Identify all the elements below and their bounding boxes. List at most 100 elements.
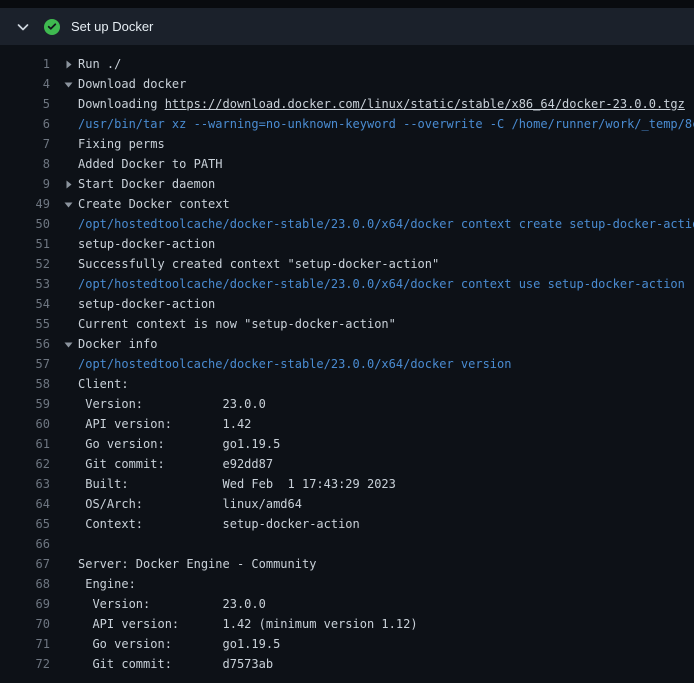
- log-text-prefix: Downloading: [78, 97, 165, 111]
- line-number[interactable]: 67: [0, 554, 50, 574]
- log-text: Downloading https://download.docker.com/…: [78, 94, 685, 114]
- log-line[interactable]: 1 Run ./: [0, 54, 694, 74]
- line-number[interactable]: 8: [0, 154, 50, 174]
- chevron-down-icon[interactable]: [15, 19, 31, 35]
- log-text: Version: 23.0.0: [78, 394, 266, 414]
- line-number[interactable]: 69: [0, 594, 50, 614]
- log-line: 69 Version: 23.0.0: [0, 594, 694, 614]
- log-line: 58 Client:: [0, 374, 694, 394]
- log-line: 59 Version: 23.0.0: [0, 394, 694, 414]
- group-title: Run ./: [78, 54, 121, 74]
- log-line: 62 Git commit: e92dd87: [0, 454, 694, 474]
- log-line: 52 Successfully created context "setup-do…: [0, 254, 694, 274]
- line-number[interactable]: 57: [0, 354, 50, 374]
- group-collapsed-icon[interactable]: [64, 60, 78, 69]
- line-number[interactable]: 50: [0, 214, 50, 234]
- line-number[interactable]: 9: [0, 174, 50, 194]
- log-line: 54 setup-docker-action: [0, 294, 694, 314]
- line-number[interactable]: 6: [0, 114, 50, 134]
- log-text: setup-docker-action: [78, 234, 215, 254]
- line-number[interactable]: 4: [0, 74, 50, 94]
- log: 1 Run ./ 4 Download docker 5 Downloading http…: [0, 45, 694, 674]
- line-number[interactable]: 54: [0, 294, 50, 314]
- log-text: Go version: go1.19.5: [78, 434, 280, 454]
- line-number[interactable]: 71: [0, 634, 50, 654]
- log-text: Client:: [78, 374, 129, 394]
- group-expanded-icon[interactable]: [64, 80, 78, 89]
- log-line: 71 Go version: go1.19.5: [0, 634, 694, 654]
- log-text: Built: Wed Feb 1 17:43:29 2023: [78, 474, 396, 494]
- log-line[interactable]: 56 Docker info: [0, 334, 694, 354]
- log-text: Engine:: [78, 574, 136, 594]
- log-line[interactable]: 4 Download docker: [0, 74, 694, 94]
- group-expanded-icon[interactable]: [64, 200, 78, 209]
- command-text: /opt/hostedtoolcache/docker-stable/23.0.…: [78, 274, 685, 294]
- line-number[interactable]: 66: [0, 534, 50, 554]
- line-number[interactable]: 58: [0, 374, 50, 394]
- line-number[interactable]: 51: [0, 234, 50, 254]
- log-line: 64 OS/Arch: linux/amd64: [0, 494, 694, 514]
- log-text: Added Docker to PATH: [78, 154, 223, 174]
- log-text: OS/Arch: linux/amd64: [78, 494, 302, 514]
- log-line: 50/opt/hostedtoolcache/docker-stable/23.…: [0, 214, 694, 234]
- line-number[interactable]: 63: [0, 474, 50, 494]
- group-title: Create Docker context: [78, 194, 230, 214]
- line-number[interactable]: 68: [0, 574, 50, 594]
- log-line: 53/opt/hostedtoolcache/docker-stable/23.…: [0, 274, 694, 294]
- group-title: Docker info: [78, 334, 157, 354]
- command-text: /opt/hostedtoolcache/docker-stable/23.0.…: [78, 214, 694, 234]
- step-title: Set up Docker: [71, 19, 153, 34]
- success-icon: [44, 19, 60, 35]
- line-number[interactable]: 72: [0, 654, 50, 674]
- log-line: 57/opt/hostedtoolcache/docker-stable/23.…: [0, 354, 694, 374]
- log-line: 7 Fixing perms: [0, 134, 694, 154]
- log-line: 72 Git commit: d7573ab: [0, 654, 694, 674]
- log-line: 60 API version: 1.42: [0, 414, 694, 434]
- log-link[interactable]: https://download.docker.com/linux/static…: [165, 97, 685, 111]
- log-line[interactable]: 9 Start Docker daemon: [0, 174, 694, 194]
- line-number[interactable]: 61: [0, 434, 50, 454]
- line-number[interactable]: 60: [0, 414, 50, 434]
- log-line: 8 Added Docker to PATH: [0, 154, 694, 174]
- log-line: 63 Built: Wed Feb 1 17:43:29 2023: [0, 474, 694, 494]
- line-number[interactable]: 5: [0, 94, 50, 114]
- log-text: Current context is now "setup-docker-act…: [78, 314, 396, 334]
- log-text: Git commit: e92dd87: [78, 454, 273, 474]
- log-line: 65 Context: setup-docker-action: [0, 514, 694, 534]
- line-number[interactable]: 59: [0, 394, 50, 414]
- line-number[interactable]: 49: [0, 194, 50, 214]
- group-expanded-icon[interactable]: [64, 340, 78, 349]
- log-line: 55 Current context is now "setup-docker-a…: [0, 314, 694, 334]
- group-title: Start Docker daemon: [78, 174, 215, 194]
- log-text: setup-docker-action: [78, 294, 215, 314]
- line-number[interactable]: 70: [0, 614, 50, 634]
- line-number[interactable]: 53: [0, 274, 50, 294]
- line-number[interactable]: 7: [0, 134, 50, 154]
- command-text: /opt/hostedtoolcache/docker-stable/23.0.…: [78, 354, 511, 374]
- log-text: Context: setup-docker-action: [78, 514, 360, 534]
- line-number[interactable]: 52: [0, 254, 50, 274]
- log-line: 61 Go version: go1.19.5: [0, 434, 694, 454]
- line-number[interactable]: 62: [0, 454, 50, 474]
- log-text: Server: Docker Engine - Community: [78, 554, 316, 574]
- line-number[interactable]: 64: [0, 494, 50, 514]
- line-number[interactable]: 55: [0, 314, 50, 334]
- line-number[interactable]: 56: [0, 334, 50, 354]
- log-line[interactable]: 49 Create Docker context: [0, 194, 694, 214]
- log-text: API version: 1.42: [78, 414, 251, 434]
- actions-log-viewer: Set up Docker 1 Run ./ 4 Download docker 5 Do…: [0, 0, 694, 674]
- log-text: Version: 23.0.0: [78, 594, 266, 614]
- log-line: 6/usr/bin/tar xz --warning=no-unknown-ke…: [0, 114, 694, 134]
- line-number[interactable]: 65: [0, 514, 50, 534]
- group-collapsed-icon[interactable]: [64, 180, 78, 189]
- line-number[interactable]: 1: [0, 54, 50, 74]
- log-line: 68 Engine:: [0, 574, 694, 594]
- log-text: Successfully created context "setup-dock…: [78, 254, 439, 274]
- log-line: 70 API version: 1.42 (minimum version 1.…: [0, 614, 694, 634]
- log-text: Git commit: d7573ab: [78, 654, 273, 674]
- log-text: Fixing perms: [78, 134, 165, 154]
- log-line: 67 Server: Docker Engine - Community: [0, 554, 694, 574]
- group-title: Download docker: [78, 74, 186, 94]
- step-header[interactable]: Set up Docker: [0, 8, 694, 45]
- log-text: API version: 1.42 (minimum version 1.12): [78, 614, 418, 634]
